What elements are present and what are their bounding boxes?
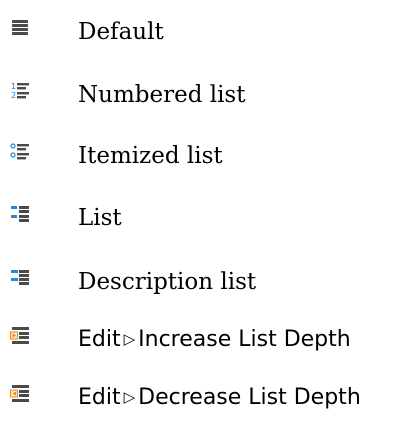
menu-command-increase-list-depth[interactable]: Edit ▷ Increase List Depth [0,320,419,360]
menu-item-list[interactable]: List [0,198,419,238]
menu-item-label: List [78,205,122,231]
command-name: Increase List Depth [138,327,351,352]
menu-item-numbered-list[interactable]: 1 2 Numbered list [0,75,419,115]
menu-name: Edit [78,385,121,410]
command-name: Decrease List Depth [138,385,361,410]
increase-list-depth-icon [10,327,29,344]
description-list-icon [11,270,29,285]
menu-item-label: Default [78,19,164,45]
svg-text:2: 2 [11,91,16,100]
menu-item-label: Description list [78,269,257,295]
menu-item-label: Numbered list [78,82,246,108]
menu-item-description-list[interactable]: Description list [0,262,419,302]
itemized-list-icon [10,143,29,160]
menu-command-label: Edit ▷ Increase List Depth [78,320,351,360]
list-icon [11,206,29,222]
menu-item-itemized-list[interactable]: Itemized list [0,136,419,176]
menu-command-label: Edit ▷ Decrease List Depth [78,378,361,418]
menu-command-decrease-list-depth[interactable]: Edit ▷ Decrease List Depth [0,378,419,418]
decrease-list-depth-icon [10,385,29,402]
default-list-icon [12,20,28,35]
menu-name: Edit [78,327,121,352]
submenu-arrow-icon: ▷ [123,330,136,348]
numbered-list-icon: 1 2 [11,82,29,100]
submenu-arrow-icon: ▷ [123,388,136,406]
list-style-menu: Default 1 2 Numbered list Itemized list [0,0,419,421]
menu-item-label: Itemized list [78,143,223,169]
menu-item-default[interactable]: Default [0,12,419,52]
svg-text:1: 1 [11,82,16,91]
